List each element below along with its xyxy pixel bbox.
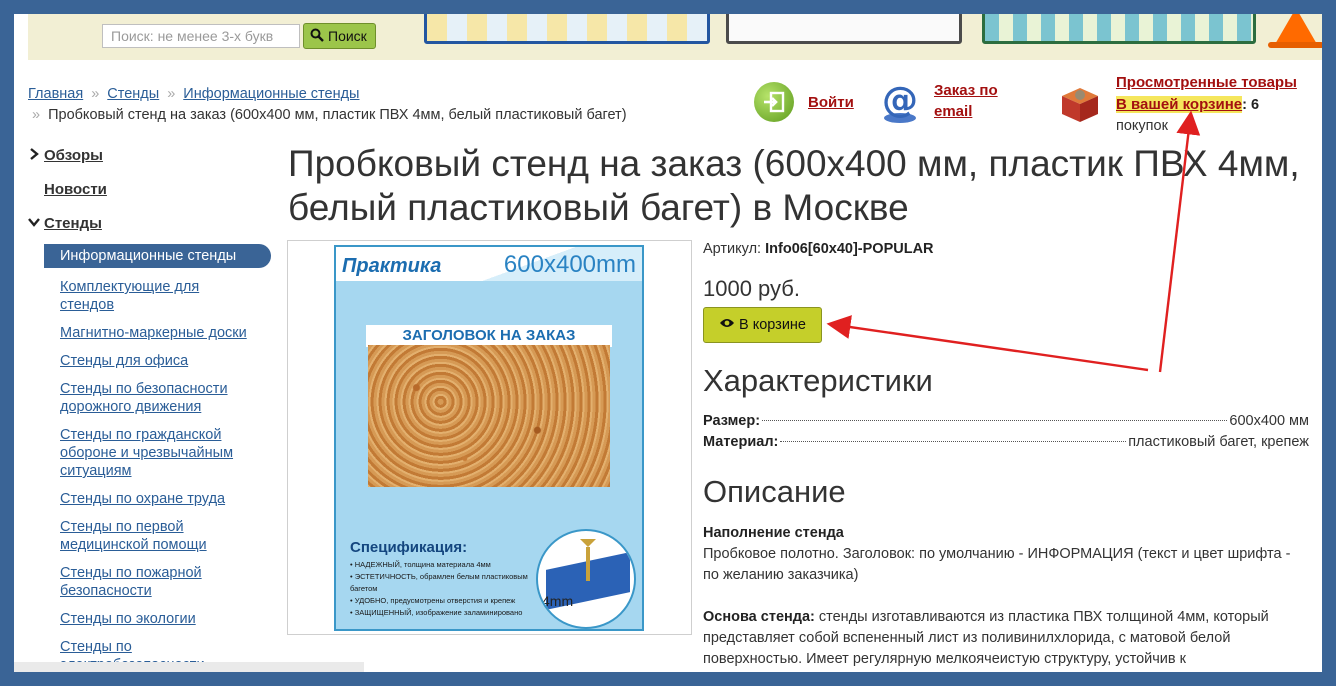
description-fill: Наполнение стенда Пробковое полотно. Заг…: [703, 523, 1303, 586]
board-heading: ЗАГОЛОВОК НА ЗАКАЗ: [366, 325, 612, 347]
characteristics-heading: Характеристики: [703, 363, 933, 398]
spec-line: • ЗАЩИЩЕННЫЙ, изображение заламинировано: [350, 608, 523, 617]
product-price: 1000 руб.: [703, 276, 801, 301]
spec-line: • НАДЕЖНЫЙ, толщина материала 4мм: [350, 560, 491, 569]
order-email-block: @ Заказ по email: [880, 80, 998, 124]
page-frame: Поиск Главная » Стенды » Информационные стен…: [14, 14, 1322, 672]
description-heading: Описание: [703, 474, 846, 509]
sidebar-item-news[interactable]: Новости: [28, 172, 274, 206]
viewed-products-link[interactable]: Просмотренные товары: [1116, 74, 1297, 91]
spec-leader: [780, 441, 1127, 442]
spec-value: пластиковый багет, крепеж: [1128, 434, 1309, 450]
thickness-label: 4mm: [542, 593, 574, 609]
spec-leader: [762, 420, 1228, 421]
spec-key: Материал:: [703, 434, 779, 450]
article-line: Артикул: Info06[60x40]-POPULAR: [703, 241, 934, 257]
stand-board: Практика 600x400mm ЗАГОЛОВОК НА ЗАКАЗ Сп…: [334, 245, 644, 631]
sidebar-subitem[interactable]: Стенды по экологии: [60, 610, 256, 628]
header-banner: Поиск: [28, 14, 1322, 60]
traffic-cone-base: [1268, 42, 1322, 48]
search-button[interactable]: Поиск: [303, 23, 376, 49]
horizontal-scrollbar[interactable]: [14, 662, 364, 672]
banner-stand-image: [424, 14, 710, 44]
sidebar-item-label: Новости: [44, 180, 107, 198]
chevron-right-icon: [28, 147, 44, 163]
cart-colon: :: [1242, 97, 1247, 113]
fill-text: Пробковое полотно. Заголовок: по умолчан…: [703, 546, 1291, 583]
sidebar-subitem[interactable]: Стенды по безопасности дорожного движени…: [60, 380, 256, 416]
banner-stand-image: [982, 14, 1256, 44]
login-link[interactable]: Войти: [808, 92, 854, 113]
brand-logo: Практика: [342, 255, 442, 277]
description-base: Основа стенда: стенды изготавливаются из…: [703, 607, 1303, 670]
sidebar-item-label: Обзоры: [44, 146, 103, 164]
cart-box-icon[interactable]: [1058, 80, 1102, 124]
spec-title: Спецификация:: [350, 539, 468, 556]
login-block: Войти: [754, 82, 854, 122]
breadcrumb-stands[interactable]: Стенды: [107, 86, 159, 102]
cart-block: Просмотренные товары В вашей корзине: 6 …: [1058, 72, 1297, 137]
sidebar-subitem[interactable]: Стенды для офиса: [60, 352, 256, 370]
sidebar-item-stands[interactable]: Стенды: [28, 206, 274, 240]
breadcrumb-info-stands[interactable]: Информационные стенды: [183, 86, 359, 102]
spec-list: • НАДЕЖНЫЙ, толщина материала 4мм • ЭСТЕ…: [350, 559, 534, 619]
thickness-diagram: 4mm: [536, 529, 636, 629]
sidebar-subitem[interactable]: Стенды по пожарной безопасности: [60, 564, 256, 600]
spec-line: • УДОБНО, предусмотрены отверстия и креп…: [350, 596, 516, 605]
cart-unit: покупок: [1116, 118, 1168, 134]
search-icon: [310, 28, 324, 45]
sidebar-item-info-stands-active[interactable]: Информационные стенды: [44, 244, 271, 268]
spec-line: • ЭСТЕТИЧНОСТЬ, обрамлен белым пластиков…: [350, 572, 528, 593]
search-button-label: Поиск: [328, 28, 367, 44]
banner-stand-image: [726, 14, 962, 44]
breadcrumb-current: Пробковый стенд на заказ (600x400 мм, пл…: [48, 107, 627, 123]
in-cart-button[interactable]: В корзине: [703, 307, 822, 343]
breadcrumb-separator: »: [167, 86, 176, 102]
cork-surface: [368, 345, 610, 487]
product-image[interactable]: Практика 600x400mm ЗАГОЛОВОК НА ЗАКАЗ Сп…: [287, 240, 692, 635]
sidebar-item-label: Стенды: [44, 214, 102, 232]
cart-count: 6: [1251, 97, 1260, 113]
screw-icon: [580, 539, 596, 581]
sidebar: Обзоры Новости Стенды Информационные сте…: [28, 138, 274, 672]
svg-text:@: @: [882, 80, 918, 121]
order-email-line2: email: [934, 103, 973, 120]
article-value: Info06[60x40]-POPULAR: [765, 241, 934, 257]
sidebar-subitem[interactable]: Стенды по гражданской обороне и чрезвыча…: [60, 426, 256, 480]
order-email-link[interactable]: Заказ по email: [934, 80, 998, 122]
breadcrumb-separator: »: [32, 107, 41, 123]
sidebar-subitem[interactable]: Комплектующие для стендов: [60, 278, 256, 314]
search-input[interactable]: [102, 24, 300, 48]
page-title: Пробковый стенд на заказ (600x400 мм, пл…: [288, 143, 1300, 228]
sidebar-subitem[interactable]: Стенды по первой медицинской помощи: [60, 518, 256, 554]
breadcrumb: Главная » Стенды » Информационные стенды » Пр…: [28, 84, 688, 126]
sidebar-subitem[interactable]: Стенды по охране труда: [60, 490, 256, 508]
breadcrumb-separator: »: [91, 86, 100, 102]
chevron-down-icon: [28, 216, 44, 231]
fill-title: Наполнение стенда: [703, 525, 844, 541]
email-icon[interactable]: @: [880, 80, 920, 124]
eye-icon: [719, 317, 735, 333]
board-size-label: 600x400mm: [503, 251, 636, 278]
sidebar-subitem[interactable]: Магнитно-маркерные доски: [60, 324, 256, 342]
spec-row-size: Размер: 600x400 мм: [703, 413, 1309, 429]
cart-summary: Просмотренные товары В вашей корзине: 6 …: [1116, 72, 1297, 137]
breadcrumb-home[interactable]: Главная: [28, 86, 83, 102]
cart-link[interactable]: В вашей корзине: [1116, 96, 1243, 113]
spec-value: 600x400 мм: [1229, 413, 1309, 429]
login-icon[interactable]: [754, 82, 794, 122]
sidebar-item-reviews[interactable]: Обзоры: [28, 138, 274, 172]
order-email-line1: Заказ по: [934, 82, 998, 99]
spec-key: Размер:: [703, 413, 761, 429]
base-title: Основа стенда:: [703, 609, 815, 625]
in-cart-label: В корзине: [739, 317, 806, 333]
spec-row-material: Материал: пластиковый багет, крепеж: [703, 434, 1309, 450]
article-label: Артикул:: [703, 241, 762, 257]
